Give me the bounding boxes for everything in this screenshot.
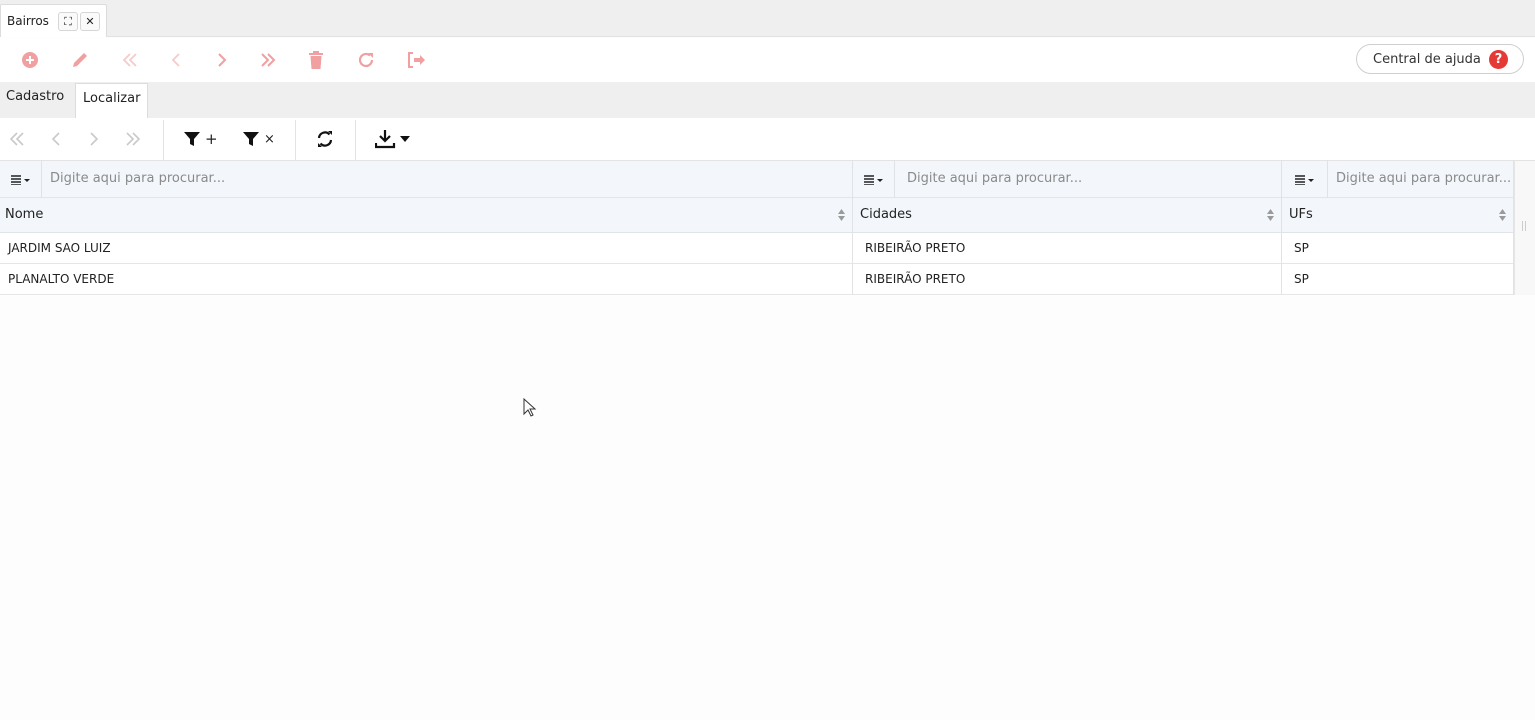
- column-header-nome[interactable]: Nome: [0, 198, 853, 233]
- table-row[interactable]: JARDIM SAO LUIZ RIBEIRÃO PRETO SP: [0, 233, 1514, 264]
- toolbar-divider: [355, 120, 356, 160]
- column-header-label: Cidades: [860, 207, 912, 222]
- cell-uf: SP: [1282, 264, 1514, 295]
- filter-clear-suffix: ×: [264, 131, 275, 147]
- grid-toolbar: + ×: [0, 118, 1535, 161]
- filter-cell-ufs: Digite aqui para procurar...: [1282, 161, 1514, 198]
- sync-icon[interactable]: [316, 128, 334, 150]
- prev-page-icon[interactable]: [50, 128, 62, 150]
- filter-menu-icon[interactable]: [0, 161, 42, 198]
- filter-add-suffix: +: [205, 130, 218, 148]
- window-tab-title: Bairros: [7, 14, 49, 28]
- sub-tabs: Cadastro Localizar: [0, 82, 1535, 118]
- page: Bairros ⛶ ✕ Central de ajuda ? Cadastro …: [0, 0, 1535, 720]
- cell-nome: JARDIM SAO LUIZ: [0, 233, 853, 264]
- grid-filter-row: Digite aqui para procurar... Digite aqui…: [0, 161, 1514, 198]
- cell-nome: PLANALTO VERDE: [0, 264, 853, 295]
- column-header-label: UFs: [1289, 207, 1313, 222]
- window-tab-bairros[interactable]: Bairros ⛶ ✕: [0, 4, 107, 37]
- first-page-icon[interactable]: [8, 128, 26, 150]
- filter-menu-icon[interactable]: [853, 161, 895, 198]
- last-page-icon[interactable]: [124, 128, 142, 150]
- tab-cadastro[interactable]: Cadastro: [6, 89, 64, 104]
- add-circle-icon[interactable]: [18, 48, 42, 72]
- toolbar-divider: [163, 120, 164, 160]
- grid-header-row: Nome Cidades UFs: [0, 198, 1514, 233]
- grid-scrollbar[interactable]: [1514, 161, 1535, 295]
- help-center-label: Central de ajuda: [1373, 52, 1481, 67]
- table-row[interactable]: PLANALTO VERDE RIBEIRÃO PRETO SP: [0, 264, 1514, 295]
- refresh-icon[interactable]: [354, 48, 378, 72]
- search-input-nome[interactable]: Digite aqui para procurar...: [50, 171, 840, 186]
- download-icon[interactable]: [375, 128, 410, 150]
- double-chevron-right-icon[interactable]: [256, 48, 280, 72]
- close-icon[interactable]: ✕: [80, 12, 100, 31]
- double-chevron-left-icon[interactable]: [118, 48, 142, 72]
- column-header-label: Nome: [5, 207, 44, 222]
- cell-cidade: RIBEIRÃO PRETO: [853, 233, 1282, 264]
- next-page-icon[interactable]: [88, 128, 100, 150]
- filter-menu-icon[interactable]: [1282, 161, 1328, 198]
- tab-localizar[interactable]: Localizar: [75, 83, 149, 118]
- maximize-icon[interactable]: ⛶: [58, 12, 78, 31]
- search-input-ufs[interactable]: Digite aqui para procurar...: [1336, 171, 1511, 186]
- sort-icon[interactable]: [838, 208, 845, 222]
- window-tabstrip: Bairros ⛶ ✕: [0, 0, 1535, 37]
- column-header-cidades[interactable]: Cidades: [853, 198, 1282, 233]
- mouse-cursor-icon: [523, 398, 537, 417]
- help-center-button[interactable]: Central de ajuda ?: [1356, 44, 1524, 74]
- scrollbar-grip[interactable]: [1522, 221, 1526, 231]
- exit-icon[interactable]: [404, 48, 428, 72]
- chevron-left-icon[interactable]: [164, 48, 188, 72]
- pencil-icon[interactable]: [68, 48, 92, 72]
- column-header-ufs[interactable]: UFs: [1282, 198, 1514, 233]
- trash-icon[interactable]: [304, 48, 328, 72]
- sort-icon[interactable]: [1499, 208, 1506, 222]
- sort-icon[interactable]: [1267, 208, 1274, 222]
- chevron-right-icon[interactable]: [210, 48, 234, 72]
- main-toolbar: Central de ajuda ?: [0, 38, 1535, 82]
- cell-uf: SP: [1282, 233, 1514, 264]
- question-icon: ?: [1489, 50, 1508, 69]
- filter-add-icon[interactable]: +: [183, 128, 218, 150]
- filter-cell-nome: Digite aqui para procurar...: [0, 161, 853, 198]
- filter-clear-icon[interactable]: ×: [242, 128, 275, 150]
- toolbar-divider: [295, 120, 296, 160]
- search-input-cidades[interactable]: Digite aqui para procurar...: [907, 171, 1277, 186]
- filter-cell-cidades: Digite aqui para procurar...: [853, 161, 1282, 198]
- cell-cidade: RIBEIRÃO PRETO: [853, 264, 1282, 295]
